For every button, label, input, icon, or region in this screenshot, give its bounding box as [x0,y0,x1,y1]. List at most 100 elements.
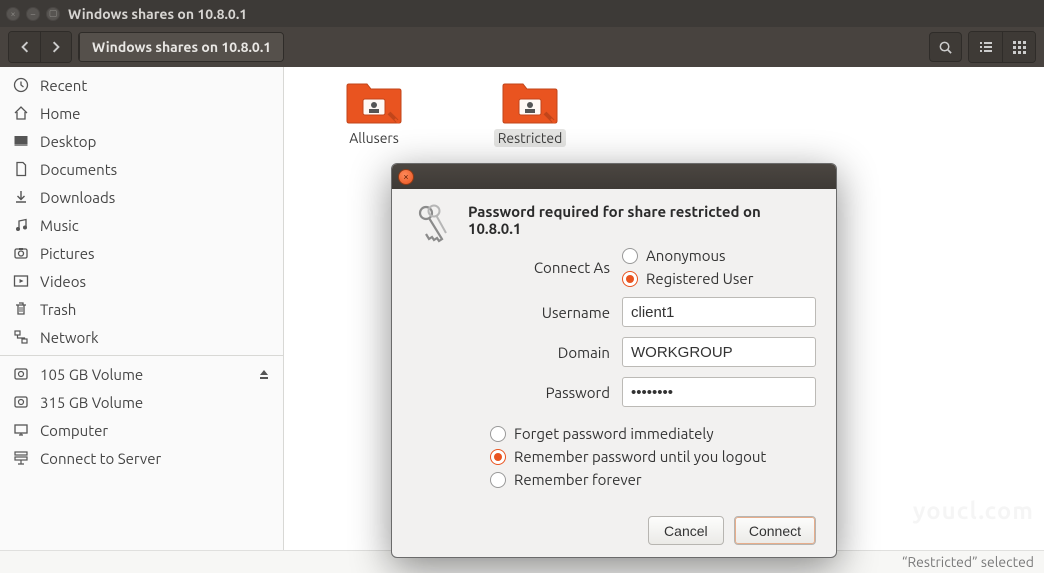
disk-icon [12,393,30,411]
sidebar-item-label: Connect to Server [40,450,161,467]
view-mode-group [968,31,1036,63]
radio-registered-user[interactable]: Registered User [622,270,816,287]
sidebar-item-label: Recent [40,77,87,94]
sidebar-item-label: Downloads [40,189,115,206]
nav-buttons [8,31,72,63]
sidebar-item-connect-server[interactable]: Connect to Server [0,444,283,472]
close-icon[interactable]: × [398,169,414,185]
radio-label: Remember forever [514,471,642,488]
folder-label: Allusers [345,129,403,147]
sidebar-item-label: Pictures [40,245,95,262]
back-button[interactable] [9,32,40,62]
computer-icon [12,421,30,439]
sidebar-separator [0,355,283,356]
breadcrumb[interactable]: Windows shares on 10.8.0.1 [78,32,284,62]
search-button[interactable] [929,32,962,62]
sidebar-item-label: Music [40,217,79,234]
downloads-icon [12,188,30,206]
trash-icon [12,300,30,318]
maximize-icon[interactable]: ▢ [46,7,60,21]
sidebar-item-recent[interactable]: Recent [0,71,283,99]
sidebar-item-desktop[interactable]: Desktop [0,127,283,155]
radio-label: Registered User [646,270,753,287]
sidebar-item-home[interactable]: Home [0,99,283,127]
folder-label: Restricted [494,129,567,147]
sidebar-item-label: Videos [40,273,86,290]
sidebar-item-label: 315 GB Volume [40,394,143,411]
videos-icon [12,272,30,290]
chevron-right-icon [50,41,62,53]
password-label: Password [522,384,610,401]
sidebar-item-label: Desktop [40,133,96,150]
window-controls: × – ▢ [6,7,60,21]
desktop-icon [12,132,30,150]
sidebar-item-volume-105[interactable]: 105 GB Volume [0,360,283,388]
sidebar-item-videos[interactable]: Videos [0,267,283,295]
documents-icon [12,160,30,178]
radio-forget-immediately[interactable]: Forget password immediately [490,425,816,442]
network-folder-icon [345,79,403,125]
grid-view-button[interactable] [1002,32,1035,62]
radio-label: Forget password immediately [514,425,714,442]
window-titlebar: × – ▢ Windows shares on 10.8.0.1 [0,0,1044,27]
close-icon[interactable]: × [6,7,20,21]
connect-server-icon [12,449,30,467]
sidebar-item-trash[interactable]: Trash [0,295,283,323]
folder-restricted[interactable]: Restricted [480,79,580,147]
network-folder-icon [501,79,559,125]
dialog-titlebar: × [392,164,836,189]
minimize-icon[interactable]: – [26,7,40,21]
music-icon [12,216,30,234]
radio-remember-forever[interactable]: Remember forever [490,471,816,488]
grid-view-icon [1012,40,1026,54]
sidebar-item-volume-315[interactable]: 315 GB Volume [0,388,283,416]
toolbar: Windows shares on 10.8.0.1 [0,27,1044,67]
username-label: Username [522,304,610,321]
sidebar-item-label: Network [40,329,99,346]
sidebar-item-label: Computer [40,422,108,439]
clock-icon [12,76,30,94]
breadcrumb-segment[interactable]: Windows shares on 10.8.0.1 [79,33,283,61]
list-view-button[interactable] [969,32,1002,62]
username-field[interactable] [622,297,816,327]
home-icon [12,104,30,122]
sidebar-item-music[interactable]: Music [0,211,283,239]
radio-label: Remember password until you logout [514,448,766,465]
radio-anonymous[interactable]: Anonymous [622,247,816,264]
sidebar-item-downloads[interactable]: Downloads [0,183,283,211]
sidebar-item-label: Trash [40,301,76,318]
statusbar-text: “Restricted” selected [902,554,1034,570]
chevron-left-icon [19,41,31,53]
remember-options: Forget password immediately Remember pas… [490,425,816,488]
radio-remember-logout[interactable]: Remember password until you logout [490,448,816,465]
list-view-icon [979,40,993,54]
radio-icon [490,472,506,488]
password-field[interactable] [622,377,816,407]
cancel-button[interactable]: Cancel [648,516,724,545]
sidebar-item-label: 105 GB Volume [40,366,143,383]
domain-field[interactable] [622,337,816,367]
sidebar-item-network[interactable]: Network [0,323,283,351]
network-icon [12,328,30,346]
radio-icon [490,426,506,442]
watermark: youcl.com [913,497,1034,524]
sidebar-item-label: Documents [40,161,117,178]
forward-button[interactable] [40,32,71,62]
connect-button[interactable]: Connect [734,516,816,545]
disk-icon [12,365,30,383]
dialog-title: Password required for share restricted o… [468,203,816,237]
keys-icon [412,203,452,407]
auth-dialog: × Password required for share restricted… [391,163,837,558]
radio-icon [622,248,638,264]
radio-icon [622,271,638,287]
sidebar: Recent Home Desktop Documents Downloads … [0,67,284,550]
radio-label: Anonymous [646,247,726,264]
sidebar-item-label: Home [40,105,80,122]
folder-allusers[interactable]: Allusers [324,79,424,147]
sidebar-item-pictures[interactable]: Pictures [0,239,283,267]
sidebar-item-computer[interactable]: Computer [0,416,283,444]
eject-icon[interactable] [257,367,271,381]
connect-as-label: Connect As [522,259,610,276]
domain-label: Domain [522,344,610,361]
sidebar-item-documents[interactable]: Documents [0,155,283,183]
